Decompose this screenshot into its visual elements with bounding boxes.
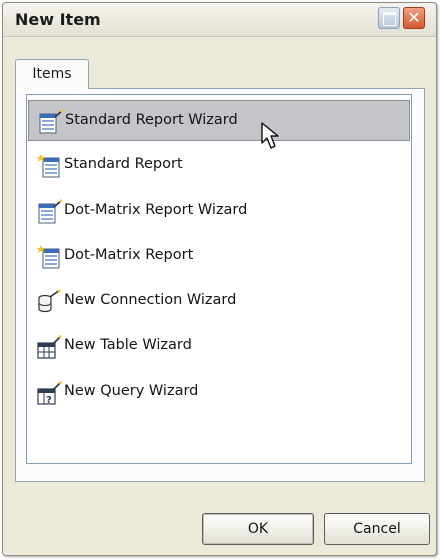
list-item-label: New Connection Wizard bbox=[64, 292, 237, 308]
list-item-label: New Table Wizard bbox=[64, 337, 192, 353]
ok-button[interactable]: OK bbox=[202, 513, 314, 545]
query-wizard-icon: ? bbox=[37, 381, 62, 406]
report-wizard-icon bbox=[38, 199, 63, 224]
list-item-standard-report[interactable]: Standard Report bbox=[28, 145, 410, 186]
window-title: New Item bbox=[15, 10, 101, 29]
connection-wizard-icon bbox=[38, 289, 61, 313]
list-item-standard-report-wizard[interactable]: Standard Report Wizard bbox=[28, 100, 410, 141]
table-wizard-icon bbox=[37, 335, 62, 359]
list-item-label: Dot-Matrix Report Wizard bbox=[64, 202, 248, 218]
list-item-label: Standard Report Wizard bbox=[65, 112, 238, 128]
items-tab-panel: Standard Report Wizard Standard Report D… bbox=[15, 88, 425, 482]
list-item-new-query-wizard[interactable]: ? New Query Wizard bbox=[28, 372, 410, 413]
report-icon bbox=[36, 245, 60, 269]
tab-items[interactable]: Items bbox=[15, 59, 89, 89]
list-item-dot-matrix-report-wizard[interactable]: Dot-Matrix Report Wizard bbox=[28, 191, 410, 232]
list-item-dot-matrix-report[interactable]: Dot-Matrix Report bbox=[28, 236, 410, 277]
items-list[interactable]: Standard Report Wizard Standard Report D… bbox=[26, 94, 412, 464]
report-icon bbox=[36, 154, 60, 178]
list-item-new-table-wizard[interactable]: New Table Wizard bbox=[28, 326, 410, 367]
close-button[interactable]: ✕ bbox=[403, 7, 425, 29]
report-wizard-icon bbox=[39, 109, 64, 134]
new-item-dialog: New Item ✕ Items Standard Report Wizard bbox=[2, 2, 437, 556]
cancel-button[interactable]: Cancel bbox=[324, 513, 430, 545]
list-item-label: Dot-Matrix Report bbox=[64, 247, 194, 263]
list-item-label: Standard Report bbox=[64, 156, 183, 172]
maximize-button[interactable] bbox=[378, 7, 400, 29]
list-item-label: New Query Wizard bbox=[64, 383, 199, 399]
svg-text:?: ? bbox=[46, 395, 52, 406]
title-bar[interactable]: New Item ✕ bbox=[3, 3, 436, 37]
list-item-new-connection-wizard[interactable]: New Connection Wizard bbox=[28, 281, 410, 322]
mouse-pointer-icon bbox=[261, 122, 279, 149]
